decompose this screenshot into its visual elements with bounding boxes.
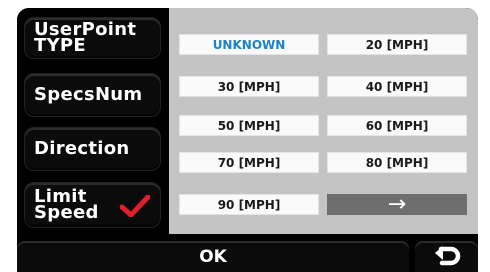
arrow-right-icon: → bbox=[387, 192, 407, 217]
option-80-mph[interactable]: 80 [MPH] bbox=[327, 152, 467, 173]
sidebar-item-label: UserPoint TYPE bbox=[34, 19, 137, 56]
sidebar-item-userpoint-type[interactable]: UserPoint TYPE bbox=[24, 17, 161, 59]
option-60-mph[interactable]: 60 [MPH] bbox=[327, 115, 467, 136]
sidebar-item-label: SpecsNum bbox=[34, 84, 143, 105]
back-icon bbox=[434, 245, 460, 265]
option-unknown[interactable]: UNKNOWN bbox=[179, 34, 319, 55]
sidebar-item-specsnum[interactable]: SpecsNum bbox=[24, 73, 161, 117]
footer-bar: OK bbox=[17, 241, 478, 272]
option-40-mph[interactable]: 40 [MPH] bbox=[327, 76, 467, 97]
ok-label: OK bbox=[199, 246, 227, 267]
option-20-mph[interactable]: 20 [MPH] bbox=[327, 34, 467, 55]
option-70-mph[interactable]: 70 [MPH] bbox=[179, 152, 319, 173]
sidebar-item-limit-speed[interactable]: Limit Speed bbox=[24, 182, 161, 228]
sidebar-item-direction[interactable]: Direction bbox=[24, 127, 161, 171]
back-button[interactable] bbox=[415, 241, 478, 272]
next-page-button[interactable]: → bbox=[327, 192, 467, 217]
checkmark-icon bbox=[120, 195, 150, 217]
speed-options-panel: UNKNOWN 20 [MPH] 30 [MPH] 40 [MPH] 50 [M… bbox=[169, 8, 478, 234]
option-30-mph[interactable]: 30 [MPH] bbox=[179, 76, 319, 97]
sidebar-item-label: Limit Speed bbox=[34, 186, 99, 223]
ok-button[interactable]: OK bbox=[17, 241, 409, 272]
category-sidebar: UserPoint TYPE SpecsNum Direction Limit … bbox=[17, 8, 167, 234]
sidebar-item-label: Direction bbox=[34, 138, 130, 159]
option-90-mph[interactable]: 90 [MPH] bbox=[179, 194, 319, 215]
option-50-mph[interactable]: 50 [MPH] bbox=[179, 115, 319, 136]
speed-limit-screen: UserPoint TYPE SpecsNum Direction Limit … bbox=[17, 8, 478, 272]
